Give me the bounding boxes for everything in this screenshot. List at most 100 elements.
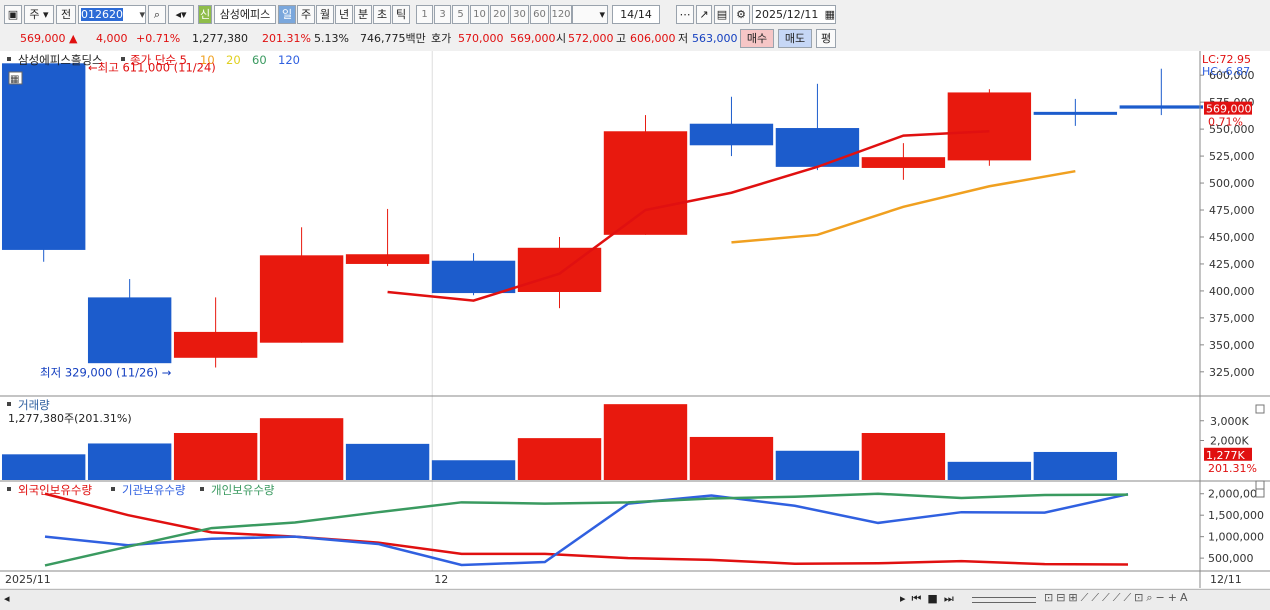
ask-price: 570,000 <box>458 32 504 45</box>
period-tab-5[interactable]: 초 <box>373 5 391 24</box>
view-tools-icon[interactable]: ⊡⊟⊞⟋⟋⟋⟋⟋⊡⌕−+A <box>1044 591 1191 605</box>
volume-bar <box>431 460 516 480</box>
holding-legend-item: 기관보유수량 <box>122 483 186 497</box>
ma-legend-item: 120 <box>278 53 300 67</box>
interval-tab-5[interactable]: 5 <box>452 5 469 24</box>
volume-bar <box>775 450 860 480</box>
interval-tab-30[interactable]: 30 <box>510 5 529 24</box>
candle-body <box>775 128 860 167</box>
candle-body <box>87 297 172 364</box>
volume-bar <box>517 438 602 480</box>
hc-label: HC:-6.87 <box>1202 65 1250 78</box>
last-volume-label: 1,277K <box>1206 449 1245 462</box>
price-tick-label: 525,000 <box>1209 150 1255 163</box>
price-tick-label: 375,000 <box>1209 312 1255 325</box>
date-value: 2025/12/11 <box>755 8 819 21</box>
open-label: 시 <box>556 32 567 45</box>
candle-body <box>1 63 86 250</box>
market-label: 주 <box>29 8 40 21</box>
count-value: 14 <box>620 8 635 21</box>
period-tab-0[interactable]: 일 <box>278 5 296 24</box>
candle-body <box>1119 105 1204 109</box>
legend-marker <box>7 57 11 61</box>
price-tick-label: 425,000 <box>1209 258 1255 271</box>
volume-subtitle: 1,277,380주(201.31%) <box>8 412 132 425</box>
candle-body <box>345 254 430 264</box>
volume-bar <box>345 443 430 480</box>
volume-bar <box>603 404 688 480</box>
period-tab-3[interactable]: 년 <box>335 5 353 24</box>
volume-title: 거래량 <box>18 398 50 412</box>
holding-tick-label: 1,000,000 <box>1208 531 1264 544</box>
candle-body <box>689 123 774 146</box>
low-label: 저 <box>678 32 689 45</box>
volume-bar <box>1 454 86 480</box>
last-price-label: 569,000 <box>1206 103 1252 116</box>
quote-bar: 569,000 ▲ 4,000 +0.71% 1,277,380 201.31%… <box>0 27 1270 49</box>
candle-body <box>259 255 344 343</box>
interval-dropdown[interactable]: ▾ <box>572 5 608 24</box>
volume-tick-label: 3,000K <box>1210 415 1249 428</box>
legend-marker <box>7 402 11 406</box>
x-label-last-date: 12/11 <box>1210 573 1242 586</box>
count-total: /14 <box>634 8 652 21</box>
bottom-scrollbar[interactable]: ◂ ▸⏮■⏭ ⊡⊟⊞⟋⟋⟋⟋⟋⊡⌕−+A <box>0 589 1270 610</box>
interval-tab-20[interactable]: 20 <box>490 5 509 24</box>
tool-icon[interactable]: ⋯ <box>676 5 694 24</box>
x-label-december: 12 <box>434 573 448 586</box>
period-tab-1[interactable]: 주 <box>297 5 315 24</box>
price-tick-label: 500,000 <box>1209 177 1255 190</box>
calendar-icon[interactable]: ▦ <box>825 6 835 23</box>
interval-tab-3[interactable]: 3 <box>434 5 451 24</box>
interval-tab-60[interactable]: 60 <box>530 5 549 24</box>
volume-bar <box>861 432 946 480</box>
volume-tick-label: 2,000K <box>1210 435 1249 448</box>
candle-body <box>947 92 1032 161</box>
high-label: 고 <box>616 32 627 45</box>
open-price: 572,000 <box>568 32 614 45</box>
sell-button[interactable]: 매도 <box>778 29 812 48</box>
interval-tab-10[interactable]: 10 <box>470 5 489 24</box>
average-button[interactable]: 평 <box>816 29 836 48</box>
price-value: 569,000 <box>20 32 66 45</box>
speaker-icon[interactable]: ◂▾ <box>168 5 194 24</box>
playback-controls[interactable]: ▸⏮■⏭ <box>900 592 960 606</box>
ma-legend-item: 20 <box>226 53 241 67</box>
period-tab-6[interactable]: 틱 <box>392 5 410 24</box>
code-input[interactable]: 012620 ▾ <box>78 5 146 24</box>
market-select[interactable]: 주 ▾ <box>24 5 54 24</box>
date-field[interactable]: 2025/12/11 ▦ <box>752 5 836 24</box>
zoom-slider[interactable] <box>972 597 1036 603</box>
period-tab-2[interactable]: 월 <box>316 5 334 24</box>
price-tick-label: 450,000 <box>1209 231 1255 244</box>
candle-body <box>603 131 688 235</box>
bid-price: 569,000 <box>510 32 556 45</box>
candle-body <box>173 331 258 358</box>
amount-value: 746,775백만 <box>360 32 426 45</box>
buy-button[interactable]: 매수 <box>740 29 774 48</box>
chart-area[interactable]: 325,000 350,000 375,000 400,000 425,000 450,0… <box>0 51 1270 588</box>
volume-bar <box>259 418 344 480</box>
last-pct-label: 0.71% <box>1208 116 1243 129</box>
scroll-left-icon[interactable]: ◂ <box>4 592 10 605</box>
gear-icon[interactable]: ⚙ <box>732 5 750 24</box>
search-icon[interactable]: ⌕ <box>148 5 166 24</box>
count-field[interactable]: 14/14 <box>612 5 660 24</box>
last-volume-pct: 201.31% <box>1208 462 1257 475</box>
dropdown-icon[interactable]: ▾ <box>139 6 145 23</box>
bid-ask-label: 호가 <box>431 32 452 45</box>
period-tab-4[interactable]: 분 <box>354 5 372 24</box>
price-change-pct: +0.71% <box>136 32 181 45</box>
legend-marker <box>111 487 115 491</box>
high-price: 606,000 <box>630 32 676 45</box>
pane-control-icon <box>1255 488 1265 498</box>
price-tick-label: 475,000 <box>1209 204 1255 217</box>
save-icon[interactable]: ▤ <box>714 5 730 24</box>
interval-tab-120[interactable]: 120 <box>550 5 572 24</box>
interval-tab-1[interactable]: 1 <box>416 5 433 24</box>
chart-type-icon[interactable]: ▣ <box>4 5 22 24</box>
stock-name: 삼성에피스 <box>214 5 276 24</box>
draw-icon[interactable]: ↗ <box>696 5 712 24</box>
period-mode-select[interactable]: 전 <box>56 5 76 24</box>
volume-bar <box>87 443 172 480</box>
